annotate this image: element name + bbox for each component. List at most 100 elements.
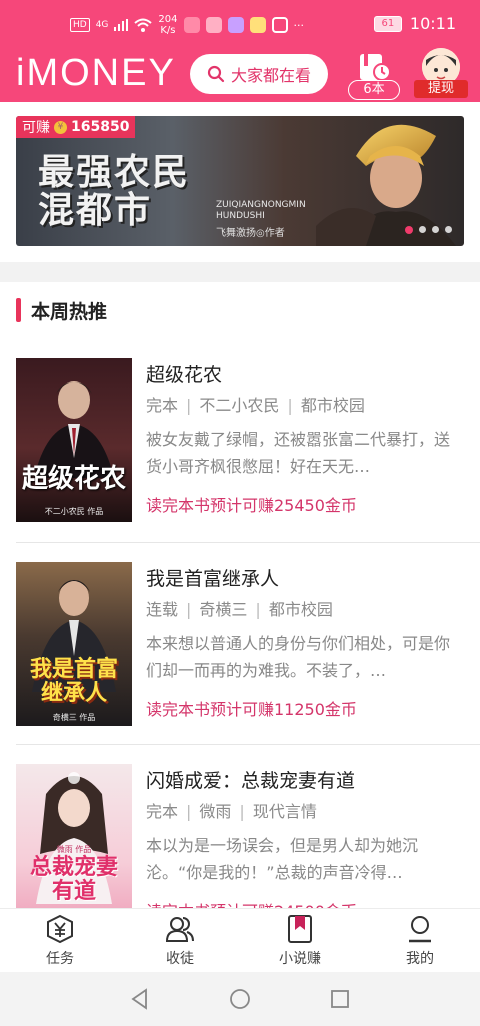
notification-app-icon [249, 17, 266, 33]
earn-value: 165850 [71, 119, 130, 135]
bookmark-book-icon [288, 914, 312, 943]
banner-title: 最强农民 混都市 [38, 154, 190, 230]
book-cover[interactable]: 超级花农 不二小农民 作品 [16, 358, 132, 522]
meta-separator: | [186, 396, 192, 415]
people-icon [165, 916, 194, 942]
home-icon[interactable] [228, 987, 252, 1011]
app-logo: iMONEY [16, 52, 176, 94]
tab-label: 小说赚 [279, 950, 321, 967]
recents-icon[interactable] [328, 987, 352, 1011]
signal-type: 4G [95, 20, 109, 30]
notification-app-icon [205, 17, 222, 33]
book-category: 现代言情 [252, 802, 317, 821]
carousel-dot[interactable] [445, 226, 452, 233]
carousel-dots [405, 226, 452, 234]
tab-novel-earn[interactable]: 小说赚 [240, 909, 360, 972]
book-author: 微雨 [199, 802, 232, 821]
book-earn-text: 读完本书预计可赚25450金币 [146, 496, 357, 515]
notification-app-icon [183, 17, 200, 33]
banner-pinyin-line2: HUNDUSHI [216, 211, 265, 221]
tab-label: 任务 [46, 950, 74, 967]
cover-title: 我是首富继承人 [29, 657, 118, 706]
bookshelf-button[interactable]: 6本 [346, 50, 402, 100]
banner-title-line2: 混都市 [38, 190, 153, 231]
tab-task[interactable]: 任务 [0, 909, 120, 972]
status-left: HD 4G 204 K/s ··· [70, 14, 304, 36]
cover-author: 微雨 作品 [56, 845, 92, 854]
banner-title-line1: 最强农民 [38, 152, 191, 193]
hd-indicator: HD [70, 18, 90, 32]
battery-icon: 61 [373, 15, 402, 32]
book-cover[interactable]: 我是首富继承人 奇横三 作品 [16, 562, 132, 726]
withdraw-button[interactable]: 提现 [414, 48, 470, 100]
book-status: 连载 [146, 600, 179, 619]
book-category: 都市校园 [268, 600, 333, 619]
book-status: 完本 [146, 396, 179, 415]
carousel-dot[interactable] [432, 226, 439, 233]
back-icon[interactable] [128, 987, 152, 1011]
book-earn-text: 读完本书预计可赚24500金币 [146, 898, 357, 908]
book-title[interactable]: 我是首富继承人 [146, 564, 279, 591]
book-category: 都市校园 [300, 396, 365, 415]
book-earn-text: 读完本书预计可赚11250金币 [146, 700, 357, 719]
book-item[interactable]: 总裁宠妻有道 微雨 作品 闪婚成爱：总裁宠妻有道 完本 | 微雨 | 现代言情 本以为是… [16, 764, 464, 908]
row-divider [16, 542, 480, 543]
wifi-icon [134, 18, 153, 32]
coin-icon: ¥ [54, 120, 67, 134]
book-meta: 连载 | 奇横三 | 都市校园 [146, 596, 333, 620]
search-button[interactable]: 大家都在看 [190, 54, 328, 94]
carousel-dot[interactable] [419, 226, 426, 233]
cover-illustration [34, 381, 114, 478]
wechat-icon [271, 17, 288, 33]
banner-pinyin-line1: ZUIQIANGNONGMIN [216, 200, 306, 210]
book-description: 本来想以普通人的身份与你们相处，可是你们却一而再的为难我。不装了，… [146, 634, 451, 680]
row-divider [16, 744, 480, 745]
net-speed-value: 204 [158, 14, 178, 25]
earn-prefix: 可赚 [22, 120, 50, 136]
net-speed-unit: K/s [160, 25, 176, 36]
book-author: 奇横三 [199, 600, 248, 619]
section-divider [0, 262, 480, 282]
book-cover[interactable]: 总裁宠妻有道 微雨 作品 [16, 764, 132, 908]
meta-separator: | [287, 396, 293, 415]
tab-mine[interactable]: 我的 [360, 909, 480, 972]
book-item[interactable]: 超级花农 不二小农民 作品 超级花农 完本 | 不二小农民 | 都市校园 被女友戴了绿帽… [16, 358, 464, 526]
tab-apprentice[interactable]: 收徒 [120, 909, 240, 972]
notification-app-icon [227, 17, 244, 33]
clock: 10:11 [409, 14, 456, 33]
book-meta: 完本 | 不二小农民 | 都市校园 [146, 392, 365, 416]
promo-banner[interactable]: 可赚 ¥ 165850 最强农民 混都市 ZUIQIANGNONGMIN HUN… [16, 116, 464, 246]
book-title[interactable]: 闪婚成爱：总裁宠妻有道 [146, 766, 355, 793]
book-title[interactable]: 超级花农 [146, 360, 222, 387]
signal-icon [114, 19, 129, 31]
status-right: 61 10:11 [373, 14, 456, 33]
section-header: 本周热推 [16, 296, 107, 324]
book-meta: 完本 | 微雨 | 现代言情 [146, 798, 317, 822]
earn-tag: 可赚 ¥ 165850 [16, 116, 136, 138]
bookshelf-count-badge: 6本 [348, 80, 400, 100]
book-author: 不二小农民 [199, 396, 280, 415]
section-accent-bar [16, 298, 21, 322]
tab-label: 收徒 [166, 950, 194, 967]
book-status: 完本 [146, 802, 179, 821]
book-clock-icon [360, 54, 391, 81]
cover-author: 不二小农民 作品 [44, 507, 104, 516]
status-bar: HD 4G 204 K/s ··· 61 10:11 [0, 0, 480, 46]
more-notifications-icon: ··· [293, 18, 305, 32]
book-description: 本以为是一场误会，但是男人却为她沉沦。“你是我的！”总裁的声音冷得… [146, 836, 419, 882]
section-title: 本周热推 [31, 300, 108, 323]
cover-author: 奇横三 作品 [52, 713, 96, 722]
bottom-tab-bar: 任务 收徒 小说赚 我的 [0, 908, 480, 972]
book-item[interactable]: 我是首富继承人 奇横三 作品 我是首富继承人 连载 | 奇横三 | 都市校园 本来想以普… [16, 562, 464, 730]
carousel-dot[interactable] [405, 226, 413, 234]
app-header: iMONEY 大家都在看 6本 提现 [0, 46, 480, 102]
meta-separator: | [186, 802, 192, 821]
task-yuan-icon [47, 914, 73, 943]
cover-title: 总裁宠妻有道 [29, 855, 118, 904]
meta-separator: | [255, 600, 261, 619]
banner-author: 飞舞激扬◎作者 [216, 228, 285, 239]
net-speed: 204 K/s [158, 14, 177, 36]
tab-label: 我的 [406, 950, 434, 967]
meta-separator: | [186, 600, 192, 619]
system-nav-bar [0, 972, 480, 1026]
